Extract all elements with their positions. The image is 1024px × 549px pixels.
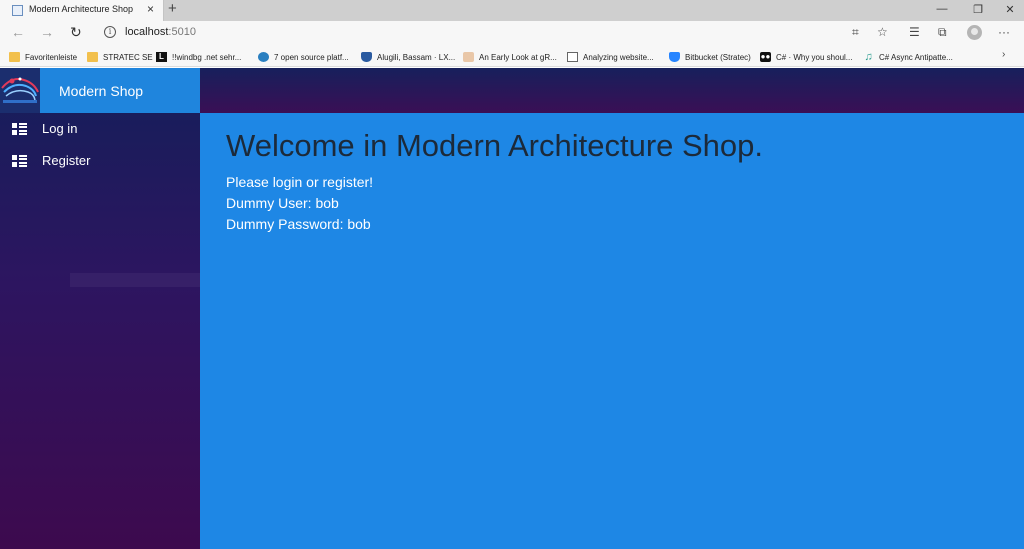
new-tab-icon[interactable]: + [168, 0, 177, 17]
read-aloud-icon[interactable]: ⌗ [852, 25, 859, 40]
l-logo-icon: L [156, 52, 167, 62]
brand-title: Modern Shop [59, 83, 144, 99]
app-root: Modern Shop Log in Register Welcome in M… [0, 68, 1024, 549]
bookmarks-bar: Favoritenleiste STRATEC SE L !!windbg .n… [0, 46, 1024, 67]
tab-title: Modern Architecture Shop [29, 4, 134, 14]
bookmark-item[interactable]: ♫ C# Async Antipatte... [863, 50, 953, 64]
sidebar-header: Modern Shop [0, 68, 200, 113]
nav-item-register[interactable]: Register [0, 149, 200, 177]
folder-icon [87, 52, 98, 62]
page-icon [567, 52, 578, 62]
site-info-icon[interactable]: i [104, 26, 116, 38]
minimize-icon[interactable]: — [932, 3, 952, 15]
sidebar-highlight [70, 273, 214, 287]
profile-icon[interactable] [967, 25, 982, 40]
globe-icon [258, 52, 269, 62]
reload-icon[interactable]: ↻ [70, 24, 82, 41]
dummy-user-text: Dummy User: bob [226, 195, 339, 211]
tab-close-icon[interactable]: × [147, 2, 154, 16]
record-icon: ●● [760, 52, 771, 62]
top-bar [200, 68, 1024, 113]
brand-link[interactable]: Modern Shop [40, 68, 200, 113]
bookmark-label: Favoritenleiste [25, 52, 78, 62]
login-prompt: Please login or register! [226, 174, 374, 190]
bookmark-label: An Early Look at gR... [479, 52, 557, 62]
bookmark-label: C# · Why you shoul... [776, 52, 853, 62]
bookmark-item[interactable]: STRATEC SE [87, 50, 153, 64]
bookmark-item[interactable]: 7 open source platf... [258, 50, 349, 64]
forward-icon[interactable]: → [40, 24, 54, 40]
nav-item-label: Register [42, 153, 91, 168]
bookmark-item[interactable]: An Early Look at gR... [463, 50, 557, 64]
bookmark-label: Alugili, Bassam · LX... [377, 52, 456, 62]
page-favicon-icon [12, 5, 23, 16]
bookmark-item[interactable]: L !!windbg .net sehr... [156, 50, 241, 64]
dummy-password-text: Dummy Password: bob [226, 216, 371, 232]
bookmark-item[interactable]: Bitbucket (Stratec) [669, 50, 751, 64]
url-host: localhost [125, 26, 169, 38]
browser-toolbar: ← → ↻ i localhost:5010 ⌗ ☆ ☰ ⧉ ··· [0, 21, 1024, 46]
maximize-icon[interactable]: ❐ [968, 3, 988, 16]
music-note-icon: ♫ [864, 51, 873, 63]
bookmark-label: Bitbucket (Stratec) [685, 52, 751, 62]
browser-tab-strip: Modern Architecture Shop × + — ❐ ✕ [0, 0, 1024, 21]
collections-icon[interactable]: ⧉ [938, 25, 947, 40]
folder-icon [9, 52, 20, 62]
shop-logo[interactable] [0, 68, 40, 113]
url-port: :5010 [168, 26, 196, 38]
chevron-right-icon[interactable]: › [1002, 49, 1005, 60]
bookmark-item[interactable]: Alugili, Bassam · LX... [361, 50, 455, 64]
star-icon[interactable]: ☆ [877, 25, 888, 39]
bookmark-label: C# Async Antipatte... [879, 52, 953, 62]
bitbucket-icon [669, 52, 680, 62]
bookmark-item[interactable]: ●● C# · Why you shoul... [760, 50, 852, 64]
nav-item-label: Log in [42, 121, 78, 136]
bookmark-label: Analyzing website... [583, 52, 654, 62]
main-content: Welcome in Modern Architecture Shop. Ple… [200, 113, 1024, 549]
avatar-icon [463, 52, 474, 62]
close-window-icon[interactable]: ✕ [1000, 3, 1020, 16]
bookmark-item[interactable]: Favoritenleiste [9, 50, 77, 64]
list-icon [12, 155, 27, 167]
bookmark-item[interactable]: Analyzing website... [567, 50, 654, 64]
back-icon[interactable]: ← [11, 24, 25, 40]
sidebar: Modern Shop Log in Register [0, 68, 214, 549]
address-bar[interactable]: localhost:5010 [125, 26, 196, 38]
bookmark-label: 7 open source platf... [274, 52, 349, 62]
bookmark-label: !!windbg .net sehr... [172, 52, 242, 62]
nav-item-login[interactable]: Log in [0, 117, 200, 145]
more-menu-icon[interactable]: ··· [998, 25, 1010, 39]
favorites-list-icon[interactable]: ☰ [909, 25, 920, 39]
page-title: Welcome in Modern Architecture Shop. [226, 128, 764, 163]
bookmark-label: STRATEC SE [103, 52, 153, 62]
list-icon [12, 123, 27, 135]
shield-icon [361, 52, 372, 62]
browser-tab[interactable]: Modern Architecture Shop × [0, 0, 164, 21]
